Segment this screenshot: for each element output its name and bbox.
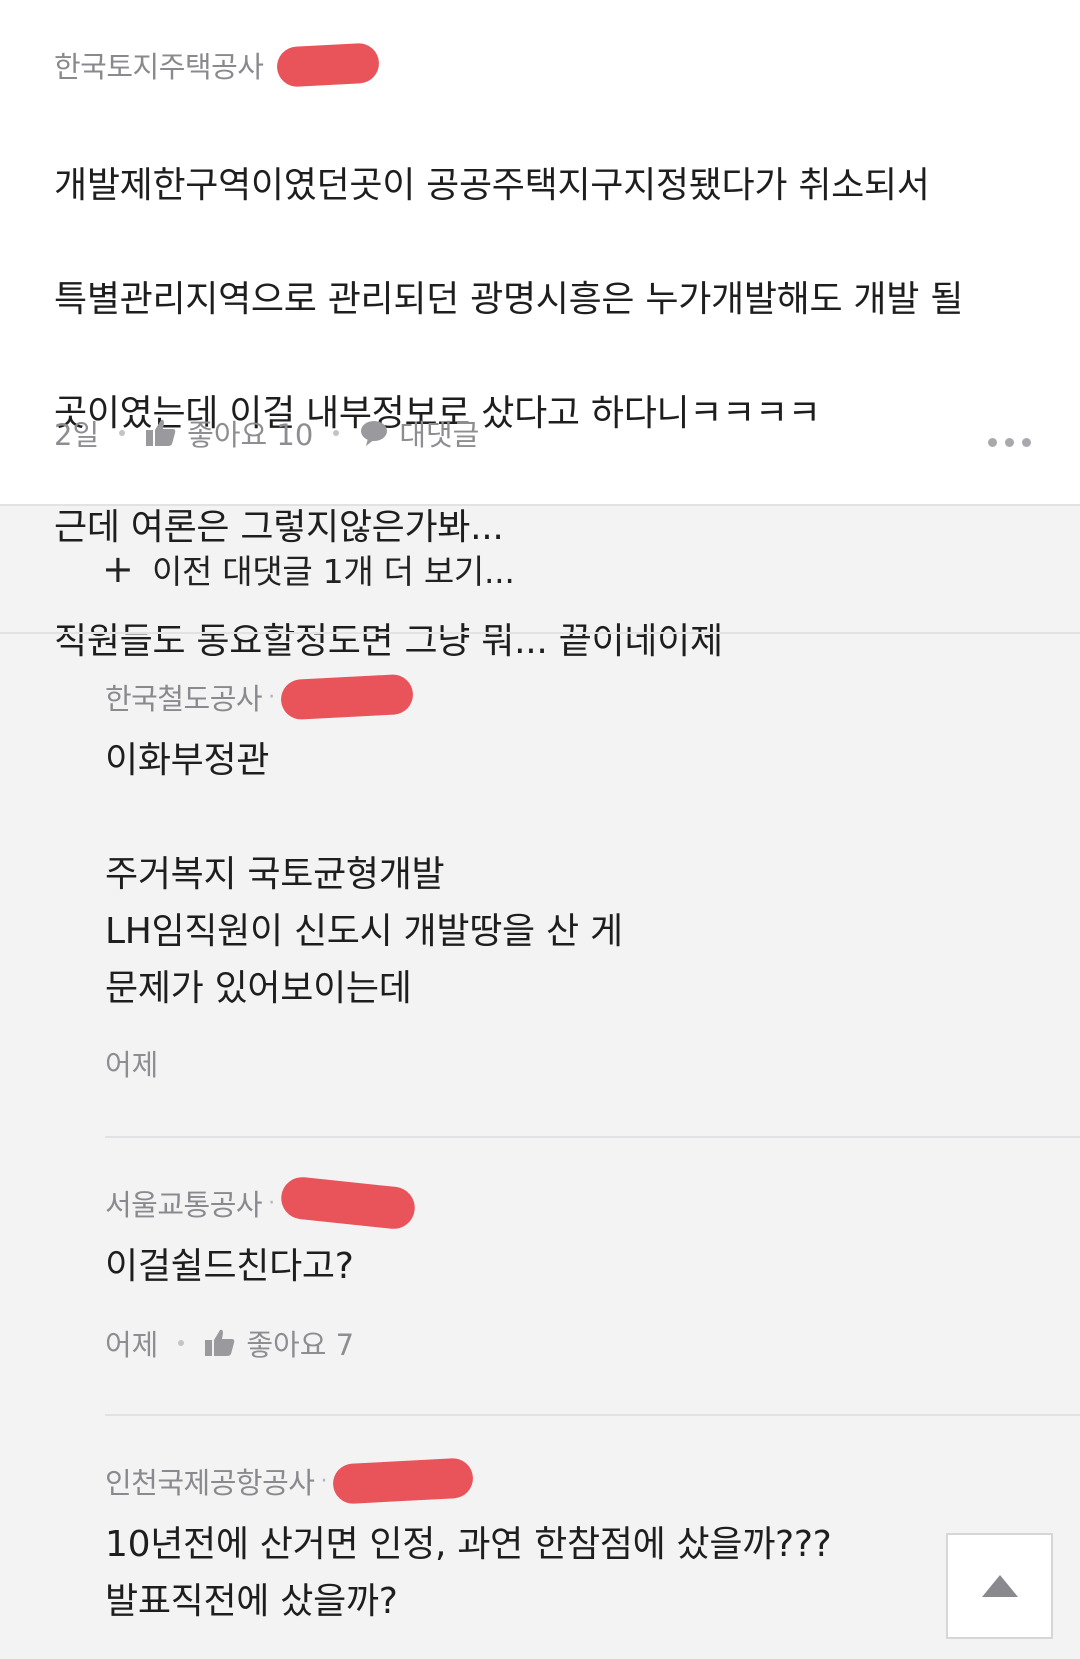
meta-separator: [119, 430, 126, 436]
reply-divider: [105, 1136, 1080, 1138]
speech-bubble-icon[interactable]: [359, 419, 389, 447]
load-previous-replies-button[interactable]: + 이전 대댓글 1개 더 보기...: [0, 506, 1080, 634]
comment-meta: 2일 좋아요 10 대댓글: [54, 412, 479, 454]
comment-author[interactable]: 한국토지주택공사: [54, 44, 264, 86]
reply-author[interactable]: 서울교통공사: [105, 1182, 263, 1224]
reply-author-line: 인천국제공항공사 ·: [105, 1457, 475, 1505]
redacted-nickname: [279, 1175, 417, 1231]
scroll-to-top-button[interactable]: [946, 1533, 1053, 1639]
reply-divider: [105, 1414, 1080, 1416]
like-button[interactable]: 좋아요 10: [187, 412, 313, 454]
comment-line: 개발제한구역이였던곳이 공공주택지구지정됐다가 취소되서: [54, 165, 930, 206]
meta-separator: [178, 1340, 185, 1346]
reply-meta: 어제: [105, 1042, 158, 1084]
reply-time: 어제: [105, 1048, 159, 1082]
redacted-nickname: [332, 1457, 475, 1505]
reply-time: 어제: [105, 1328, 159, 1362]
comment-time: 2일: [54, 418, 100, 452]
reply-author-line: 한국철도공사 ·: [105, 673, 415, 721]
scroll-to-top-icon: [981, 1575, 1018, 1597]
main-comment: 한국토지주택공사 개발제한구역이였던곳이 공공주택지구지정됐다가 취소되서 특별…: [0, 0, 1080, 662]
reply-author[interactable]: 인천국제공항공사: [105, 1460, 315, 1502]
comment-author-line: 한국토지주택공사: [54, 42, 381, 88]
reply-meta: 어제 좋아요 7: [105, 1322, 354, 1364]
load-more-label: 이전 대댓글 1개 더 보기...: [152, 552, 515, 591]
like-button[interactable]: 좋아요 7: [246, 1322, 354, 1364]
meta-separator: ·: [268, 1190, 276, 1216]
thumbs-up-icon[interactable]: [204, 1328, 236, 1358]
thumbs-up-icon[interactable]: [145, 418, 177, 448]
reply-body: 10년전에 산거면 인정, 과연 한참점에 샀을까??? 발표직전에 샀을까?: [105, 1524, 832, 1622]
comment-line: 특별관리지역으로 관리되던 광명시흥은 누가개발해도 개발 될: [54, 279, 964, 320]
meta-separator: ·: [268, 684, 276, 710]
meta-separator: ·: [320, 1468, 328, 1494]
reply-body: 이걸쉴드친다고?: [105, 1246, 354, 1287]
meta-separator: [333, 430, 340, 436]
redacted-nickname: [276, 42, 381, 88]
reply-author[interactable]: 한국철도공사: [105, 676, 263, 718]
more-options-icon[interactable]: [988, 438, 1031, 447]
plus-icon: +: [102, 547, 134, 591]
reply-body: 이화부정관 주거복지 국토균형개발 LH임직원이 신도시 개발땅을 산 게 문제…: [105, 740, 623, 1009]
reply-button[interactable]: 대댓글: [399, 412, 479, 454]
reply-author-line: 서울교통공사 ·: [105, 1175, 417, 1231]
redacted-nickname: [280, 673, 415, 721]
